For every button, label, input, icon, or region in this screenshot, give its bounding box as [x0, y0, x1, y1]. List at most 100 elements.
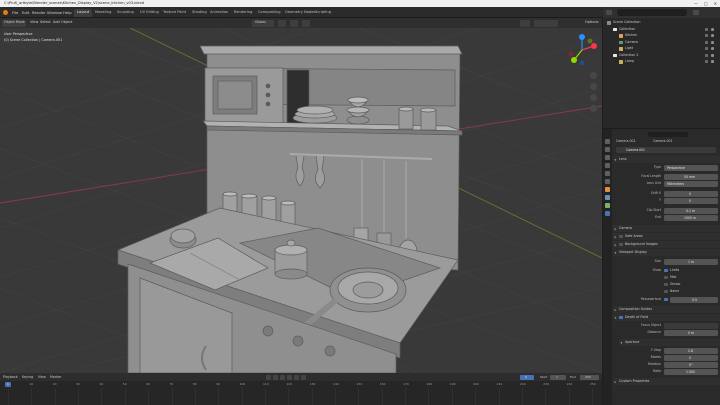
visibility-eye-icon[interactable]	[710, 53, 714, 57]
close-button[interactable]: ✕	[714, 1, 717, 6]
visibility-eye-icon[interactable]	[710, 47, 714, 50]
navigation-gizmo[interactable]	[566, 34, 598, 68]
visibility-eye-icon[interactable]	[710, 40, 714, 44]
play-reverse-icon[interactable]	[280, 374, 285, 380]
shift-x-field[interactable]: 0	[664, 191, 718, 197]
menu-render[interactable]: Render	[32, 10, 46, 15]
fstop-field[interactable]: 2.8	[664, 348, 718, 354]
tab-modeling[interactable]: Modeling	[92, 9, 114, 17]
render-toggle-icon[interactable]	[704, 47, 708, 50]
jump-start-icon[interactable]	[266, 374, 271, 380]
show-sensor-checkbox[interactable]	[664, 282, 668, 286]
render-toggle-icon[interactable]	[704, 40, 708, 44]
show-limits-checkbox[interactable]	[664, 268, 668, 272]
shading-mode-buttons[interactable]	[534, 19, 558, 27]
outliner-search-input[interactable]	[617, 9, 687, 16]
tab-compositing[interactable]: Compositing	[255, 9, 284, 17]
filter-icon[interactable]	[693, 10, 699, 15]
transform-orientation-dropdown[interactable]: Global	[252, 19, 274, 27]
lens-unit-dropdown[interactable]: Millimeters	[664, 181, 718, 187]
focus-distance-field[interactable]: 0 m	[664, 330, 718, 336]
end-frame-field[interactable]: 250	[580, 374, 599, 380]
output-tab-icon[interactable]	[605, 155, 610, 160]
passepartout-field[interactable]: 0.5	[670, 297, 718, 303]
menu-file[interactable]: File	[12, 10, 18, 15]
clip-end-field[interactable]: 1000 m	[664, 215, 718, 221]
render-toggle-icon[interactable]	[704, 60, 708, 63]
physics-tab-icon[interactable]	[605, 203, 610, 208]
maximize-button[interactable]: □	[704, 1, 708, 6]
current-frame-field[interactable]: 1	[520, 374, 534, 380]
ratio-field[interactable]: 1.000	[664, 369, 718, 375]
modifier-tab-icon[interactable]	[605, 195, 610, 200]
object-mode-dropdown[interactable]: Object Mode	[2, 19, 26, 27]
play-icon[interactable]	[287, 374, 292, 380]
render-toggle-icon[interactable]	[704, 34, 708, 37]
depth-of-field-section-header[interactable]: ▾ Depth of Field	[613, 314, 720, 321]
visibility-eye-icon[interactable]	[710, 34, 714, 37]
safe-areas-checkbox[interactable]	[619, 234, 623, 239]
camera-view-icon[interactable]	[590, 94, 597, 101]
outliner-row[interactable]: Light	[603, 46, 720, 52]
blender-logo-icon[interactable]	[3, 10, 8, 15]
lens-type-dropdown[interactable]: Perspective	[664, 165, 718, 171]
show-mist-checkbox[interactable]	[664, 275, 668, 279]
passepartout-checkbox[interactable]	[664, 297, 668, 301]
render-toggle-icon[interactable]	[704, 27, 708, 31]
menu-help[interactable]: Help	[63, 10, 72, 15]
3d-viewport[interactable]	[0, 28, 602, 373]
background-images-checkbox[interactable]	[619, 242, 623, 247]
minimize-button[interactable]: —	[694, 1, 698, 6]
pivot-icon[interactable]	[278, 19, 286, 27]
object-tab-icon[interactable]	[605, 187, 610, 192]
depth-of-field-checkbox[interactable]	[619, 315, 623, 320]
next-keyframe-icon[interactable]	[294, 374, 299, 380]
timeline-menu-view[interactable]: View	[38, 375, 46, 379]
camera-section-header[interactable]: ▸ Camera	[613, 225, 720, 232]
scene-tab-icon[interactable]	[605, 171, 610, 176]
proportional-edit-icon[interactable]	[302, 19, 310, 27]
visibility-eye-icon[interactable]	[710, 60, 714, 63]
custom-properties-section-header[interactable]: ▸ Custom Properties	[613, 378, 720, 385]
playhead[interactable]: 1	[5, 382, 11, 387]
outliner-row[interactable]: Scene Collection	[603, 20, 720, 26]
viewport-menu-add[interactable]: Add	[53, 20, 60, 25]
background-images-section-header[interactable]: ▸ Background Images	[613, 241, 720, 248]
timeline-menu-playback[interactable]: Playback	[3, 375, 18, 379]
tab-rendering[interactable]: Rendering	[231, 9, 255, 17]
viewport-menu-object[interactable]: Object	[61, 20, 72, 25]
world-tab-icon[interactable]	[605, 179, 610, 184]
tool-tab-icon[interactable]	[605, 139, 610, 144]
editor-type-icon[interactable]	[606, 10, 612, 15]
viewport-display-section-header[interactable]: ▾ Viewport Display	[613, 249, 720, 256]
tab-sculpting[interactable]: Sculpting	[114, 9, 137, 17]
show-name-checkbox[interactable]	[664, 289, 668, 293]
display-size-field[interactable]: 1 m	[664, 259, 718, 265]
tab-layout[interactable]: Layout	[74, 9, 93, 17]
pan-hand-icon[interactable]	[590, 83, 597, 90]
tab-texture-paint[interactable]: Texture Paint	[160, 9, 189, 17]
shift-y-field[interactable]: 0	[664, 198, 718, 204]
tab-scripting[interactable]: Scripting	[312, 9, 334, 17]
properties-search-input[interactable]	[648, 132, 688, 137]
focal-length-field[interactable]: 50 mm	[664, 174, 718, 180]
timeline-menu-marker[interactable]: Marker	[50, 375, 61, 379]
outliner-row[interactable]: Collection 2	[603, 53, 720, 59]
jump-end-icon[interactable]	[301, 374, 306, 380]
perspective-grid-icon[interactable]	[590, 105, 597, 112]
zoom-icon[interactable]	[590, 72, 597, 79]
outliner-row[interactable]: Lamp	[603, 59, 720, 65]
render-tab-icon[interactable]	[605, 147, 610, 152]
render-toggle-icon[interactable]	[704, 53, 708, 57]
composition-guides-section-header[interactable]: ▸ Composition Guides	[613, 306, 720, 313]
rotation-field[interactable]: 0°	[664, 362, 718, 368]
menu-edit[interactable]: Edit	[22, 10, 29, 15]
focus-object-field[interactable]	[664, 323, 718, 329]
snap-icon[interactable]	[290, 19, 298, 27]
visibility-eye-icon[interactable]	[710, 27, 714, 31]
tab-animation[interactable]: Animation	[207, 9, 231, 17]
safe-areas-section-header[interactable]: ▸ Safe Areas	[613, 233, 720, 240]
outliner-row[interactable]: Kitchen	[603, 33, 720, 39]
viewport-menu-view[interactable]: View	[30, 20, 38, 25]
camera-data-tab-icon[interactable]	[605, 211, 610, 216]
